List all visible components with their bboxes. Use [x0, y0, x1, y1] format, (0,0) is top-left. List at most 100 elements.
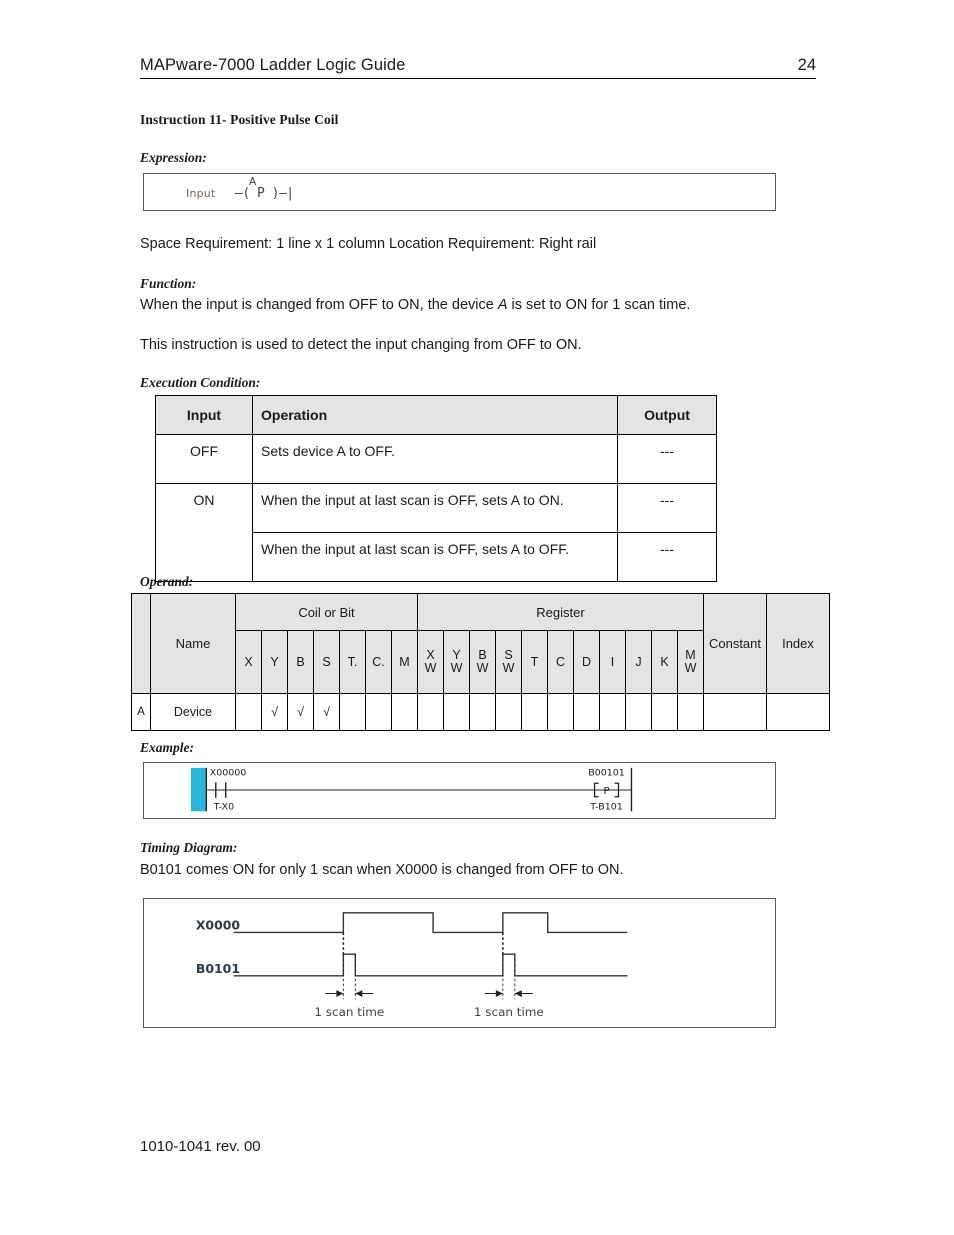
operand-col-x: X	[235, 630, 262, 694]
execution-condition-table: Input Operation Output OFF Sets device A…	[155, 395, 717, 582]
operand-col-t: T	[521, 630, 548, 694]
operand-col-s: S	[313, 630, 340, 694]
exec-header-operation: Operation	[252, 395, 618, 435]
operand-mark-mw	[677, 693, 704, 731]
document-page: MAPware-7000 Ladder Logic Guide 24 Instr…	[0, 0, 954, 1235]
operand-col-yw-bottom: W	[450, 661, 463, 675]
function-line-1: When the input is changed from OFF to ON…	[140, 297, 690, 313]
operand-header-index: Index	[766, 593, 830, 694]
operand-col-b: B	[287, 630, 314, 694]
exec-cell-input: ON	[155, 483, 253, 582]
exec-header-output: Output	[617, 395, 717, 435]
table-row: ON When the input at last scan is OFF, s…	[155, 483, 717, 582]
operand-mark-b: √	[287, 693, 314, 731]
table-header-row: Name Coil or Bit Register Constant Index	[131, 593, 830, 694]
document-header: MAPware-7000 Ladder Logic Guide 24	[140, 56, 816, 79]
expression-input-label: Input	[186, 187, 216, 200]
exec-cell-output: ---	[617, 434, 717, 484]
operand-header-constant: Constant	[703, 593, 767, 694]
contact-tag-label: X00000	[210, 768, 247, 779]
operand-section-label: Operand:	[140, 574, 194, 589]
operand-mark-sw	[495, 693, 522, 731]
operand-col-bw-bottom: W	[476, 661, 489, 675]
timing-waveform-x0000	[233, 912, 628, 934]
operand-col-y: Y	[261, 630, 288, 694]
table-header-row: Input Operation Output	[155, 395, 717, 435]
exec-header-input: Input	[155, 395, 253, 435]
example-ladder-figure: X00000 T-X0 B00101 P T-B101	[143, 762, 776, 819]
operand-col-xw-bottom: W	[424, 661, 437, 675]
operand-mark-k	[651, 693, 678, 731]
operand-col-xw: XW	[417, 630, 444, 694]
execution-condition-section-label: Execution Condition:	[140, 375, 261, 390]
timing-diagram-figure: X0000 B0101 1 scan time 1 scan time	[143, 898, 776, 1028]
table-row: OFF Sets device A to OFF. ---	[155, 434, 717, 484]
operand-col-d: D	[573, 630, 600, 694]
operand-col-j: J	[625, 630, 652, 694]
operand-col-mw: MW	[677, 630, 704, 694]
timing-signal-label-x0000: X0000	[196, 919, 241, 933]
coil-symbol-label: P	[604, 786, 610, 797]
operand-header-coil-or-bit: Coil or Bit	[235, 593, 418, 631]
timing-diagram-section-label: Timing Diagram:	[140, 840, 238, 855]
scan-dimension-1	[325, 990, 374, 997]
operand-col-bw: BW	[469, 630, 496, 694]
document-footer: 1010-1041 rev. 00	[140, 1138, 261, 1155]
timing-description: B0101 comes ON for only 1 scan when X000…	[140, 862, 624, 878]
operand-col-i: I	[599, 630, 626, 694]
operand-cell-symbol: A	[131, 693, 151, 731]
operand-mark-m	[391, 693, 418, 731]
exec-cell-operation: When the input at last scan is OFF, sets…	[252, 532, 618, 582]
exec-cell-input: OFF	[155, 434, 253, 484]
operand-col-m: M	[391, 630, 418, 694]
ladder-selection-highlight	[190, 767, 206, 812]
operand-cell-name: Device	[150, 693, 236, 731]
timing-annotation-2: 1 scan time	[474, 1005, 544, 1019]
operand-mark-j	[625, 693, 652, 731]
expression-section-label: Expression:	[140, 150, 207, 165]
exec-cell-output: ---	[617, 483, 717, 533]
operand-mark-yw	[443, 693, 470, 731]
operand-mark-t	[521, 693, 548, 731]
operand-mark-c	[547, 693, 574, 731]
operand-col-sw-bottom: W	[502, 661, 515, 675]
operand-col-t-dot: T.	[339, 630, 366, 694]
operand-mark-y: √	[261, 693, 288, 731]
timing-waveform-chart: X0000 B0101 1 scan time 1 scan time	[196, 912, 628, 1019]
operand-header-name: Name	[150, 593, 236, 694]
operand-col-k: K	[651, 630, 678, 694]
timing-waveform-b0101	[233, 953, 628, 977]
example-section-label: Example:	[140, 740, 194, 755]
operand-mark-x	[235, 693, 262, 731]
function-section-label: Function:	[140, 276, 197, 291]
expression-figure: Input A —( P )—|	[143, 173, 776, 211]
operand-mark-constant	[703, 693, 767, 731]
operand-col-yw: YW	[443, 630, 470, 694]
document-title: MAPware-7000 Ladder Logic Guide	[140, 56, 406, 74]
operand-header-blank	[131, 593, 151, 694]
operand-table: Name Coil or Bit Register Constant Index…	[131, 593, 830, 731]
instruction-title: Instruction 11- Positive Pulse Coil	[140, 112, 339, 127]
operand-mark-index	[766, 693, 830, 731]
operand-mark-t-dot	[339, 693, 366, 731]
exec-cell-operation: Sets device A to OFF.	[252, 434, 618, 484]
coil-tag-label: B00101	[588, 768, 625, 779]
timing-signal-label-b0101: B0101	[196, 962, 240, 976]
operand-mark-c-dot	[365, 693, 392, 731]
coil-comment-label: T-B101	[589, 801, 623, 812]
function-line-1-after: is set to ON for 1 scan time.	[507, 297, 691, 313]
requirements-line: Space Requirement: 1 line x 1 column Loc…	[140, 236, 597, 252]
operand-mark-xw	[417, 693, 444, 731]
ladder-diagram: X00000 T-X0 B00101 P T-B101	[190, 767, 633, 812]
function-line-1-italic: A	[497, 297, 508, 313]
contact-comment-label: T-X0	[213, 801, 234, 812]
operand-col-c-dot: C.	[365, 630, 392, 694]
positive-pulse-coil-icon: —( P )—|	[235, 186, 294, 201]
page-number: 24	[797, 56, 816, 74]
operand-header-register: Register	[417, 593, 704, 631]
function-line-1-before: When the input is changed from OFF to ON…	[140, 297, 498, 313]
exec-cell-output: ---	[617, 532, 717, 582]
operand-mark-i	[599, 693, 626, 731]
operand-mark-d	[573, 693, 600, 731]
operand-mark-bw	[469, 693, 496, 731]
